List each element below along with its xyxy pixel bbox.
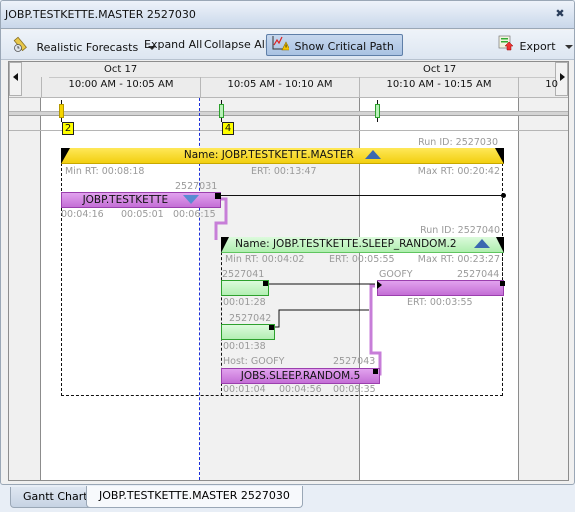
tab-master-2527030[interactable]: JOBP.TESTKETTE.MASTER 2527030	[86, 486, 303, 508]
task-2527044-bar[interactable]	[377, 280, 504, 296]
task-time: 00:01:04	[223, 384, 266, 395]
title-bar: JOBP.TESTKETTE.MASTER 2527030 ✖	[1, 1, 574, 29]
task-time: 00:01:28	[223, 297, 266, 308]
export-label: Export	[519, 39, 556, 53]
task-time: 00:04:56	[279, 384, 322, 395]
ruler-clock-icon	[13, 35, 31, 60]
sleep-random-min-rt: Min RT: 00:04:02	[225, 254, 305, 265]
gantt-window: JOBP.TESTKETTE.MASTER 2527030 ✖ Realisti…	[0, 0, 575, 485]
toolbar: Realistic Forecasts Expand All Collapse …	[1, 30, 574, 60]
expand-all-button[interactable]: Expand All	[144, 35, 202, 55]
start-notch-icon	[221, 237, 229, 253]
end-handle	[373, 369, 378, 374]
sleep-random-ert: ERT: 00:05:55	[329, 254, 395, 265]
realistic-forecasts-dropdown[interactable]: Realistic Forecasts	[13, 35, 156, 55]
task-2527043-bar[interactable]: JOBS.SLEEP.RANDOM.5	[221, 368, 380, 384]
sleep-random-bar[interactable]: Name: JOBP.TESTKETTE.SLEEP_RANDOM.2	[221, 237, 504, 253]
export-dropdown[interactable]: Export	[498, 35, 574, 58]
task-name: JOBS.SLEEP.RANDOM.5	[240, 370, 361, 382]
end-handle	[263, 281, 268, 286]
task-host: Host: GOOFY	[223, 356, 285, 367]
task-time: 00:09:35	[333, 384, 376, 395]
show-critical-path-label: Show Critical Path	[294, 39, 394, 53]
task-host: GOOFY	[379, 269, 413, 280]
sleep-random-max-rt: Max RT: 00:23:27	[417, 254, 500, 265]
task-run-id: 2527044	[457, 269, 500, 280]
window-title: JOBP.TESTKETTE.MASTER 2527030	[5, 8, 196, 21]
task-2527042-bar[interactable]	[221, 324, 275, 340]
close-icon[interactable]: ✖	[554, 8, 566, 20]
task-run-id: 2527041	[222, 269, 265, 280]
sleep-random-name: Name: JOBP.TESTKETTE.SLEEP_RANDOM.2	[235, 238, 457, 250]
gantt-chart: 2 4 Oct 17 Oct 17 10:00 AM - 10:05 AM 10…	[8, 61, 569, 481]
task-ert: ERT: 00:03:55	[407, 297, 473, 308]
realistic-forecasts-label: Realistic Forecasts	[36, 40, 139, 54]
sleep-random-run-id: Run ID: 2527040	[420, 225, 500, 236]
end-handle	[269, 325, 274, 330]
expand-triangle-up-icon[interactable]	[473, 239, 490, 248]
show-critical-path-button[interactable]: Show Critical Path	[266, 34, 403, 56]
task-run-id: 2527042	[229, 313, 272, 324]
end-handle	[500, 281, 505, 286]
export-icon	[498, 35, 514, 58]
tab-bar: Gantt Chart JOBP.TESTKETTE.MASTER 252703…	[0, 486, 575, 512]
collapse-all-button[interactable]: Collapse All	[204, 35, 268, 55]
task-2527041-bar[interactable]	[221, 280, 269, 296]
chevron-down-icon	[565, 44, 574, 49]
critical-path-warning-icon	[271, 35, 291, 58]
task-time: 00:01:38	[223, 341, 266, 352]
end-notch-icon	[496, 237, 504, 253]
start-arrow-icon	[377, 281, 382, 289]
task-run-id: 2527043	[333, 356, 376, 367]
